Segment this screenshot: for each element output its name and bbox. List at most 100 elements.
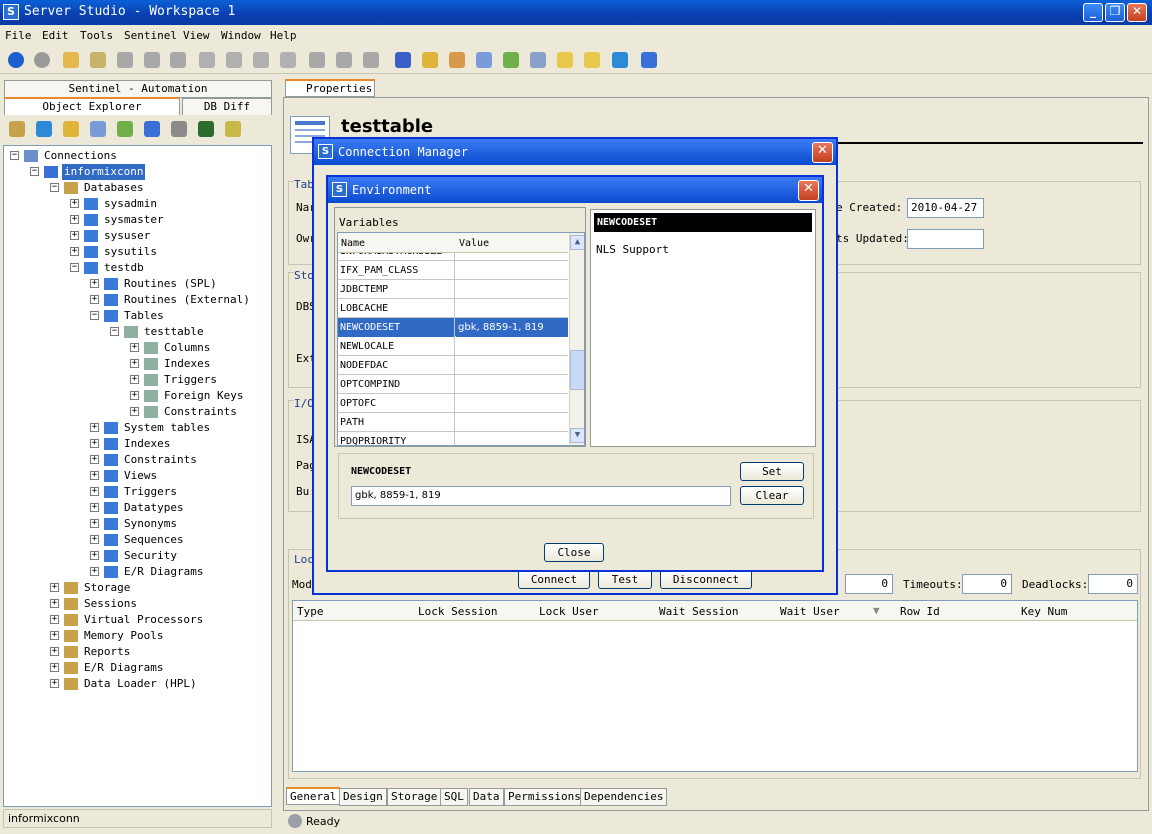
tab-dependencies[interactable]: Dependencies [580, 788, 668, 806]
tree-item[interactable]: Views [122, 468, 159, 484]
tree-expander-icon[interactable]: − [50, 183, 59, 192]
tree-expander-icon[interactable]: − [10, 151, 19, 160]
tree-item[interactable]: sysuser [102, 228, 152, 244]
tab-general[interactable]: General [286, 787, 341, 805]
print-icon[interactable] [117, 52, 133, 68]
col-lock-session[interactable]: Lock Session [418, 605, 497, 618]
col-wait-session[interactable]: Wait Session [659, 605, 738, 618]
set-button[interactable]: Set [740, 462, 804, 481]
tree-expander-icon[interactable]: + [130, 391, 139, 400]
tree-item[interactable]: Columns [162, 340, 212, 356]
menu-window[interactable]: Window [221, 29, 261, 42]
menu-help[interactable]: Help [270, 29, 297, 42]
open-icon[interactable] [63, 52, 79, 68]
clear-button[interactable]: Clear [740, 486, 804, 505]
tree-expander-icon[interactable]: + [50, 615, 59, 624]
col-row-id[interactable]: Row Id [900, 605, 940, 618]
variable-row[interactable]: NEWLOCALE [338, 337, 568, 356]
tree-expander-icon[interactable]: + [130, 359, 139, 368]
tree-expander-icon[interactable]: + [70, 215, 79, 224]
tree-expander-icon[interactable]: + [70, 231, 79, 240]
wizard-icon[interactable] [503, 52, 519, 68]
tree-item[interactable]: Memory Pools [82, 628, 165, 644]
tree-item[interactable]: informixconn [62, 164, 146, 180]
tree-item[interactable]: Connections [42, 148, 119, 164]
cut-icon[interactable] [280, 52, 296, 68]
import-icon[interactable] [584, 52, 600, 68]
col-name[interactable]: Name [341, 238, 365, 249]
tree-item[interactable]: Security [122, 548, 179, 564]
menu-sentinel[interactable]: Sentinel [124, 29, 177, 42]
tree-expander-icon[interactable]: + [50, 679, 59, 688]
magic-icon[interactable] [90, 121, 106, 137]
col-key-num[interactable]: Key Num [1021, 605, 1067, 618]
tree-item[interactable]: E/R Diagrams [122, 564, 205, 580]
col-type[interactable]: Type [297, 605, 324, 618]
tree-item[interactable]: Sessions [82, 596, 139, 612]
tree-expander-icon[interactable]: + [70, 247, 79, 256]
scroll-thumb[interactable] [570, 350, 584, 390]
tree-expander-icon[interactable]: − [90, 311, 99, 320]
variable-row[interactable]: INFORMIXSTACKSIZE [338, 253, 568, 261]
save-all-icon[interactable] [170, 52, 186, 68]
doc-icon[interactable] [530, 52, 546, 68]
variable-row[interactable]: NODEFDAC [338, 356, 568, 375]
tree-expander-icon[interactable]: + [90, 439, 99, 448]
tree-expander-icon[interactable]: + [90, 519, 99, 528]
tab-db-diff[interactable]: DB Diff [182, 98, 272, 116]
variables-scrollbar[interactable]: ▲ ▼ [569, 233, 584, 445]
col-lock-user[interactable]: Lock User [539, 605, 599, 618]
connect-button[interactable]: Connect [518, 570, 590, 589]
tool-a-icon[interactable] [309, 52, 325, 68]
tree-item[interactable]: Indexes [162, 356, 212, 372]
minimize-button[interactable]: _ [1083, 3, 1103, 22]
tree-expander-icon[interactable]: − [70, 263, 79, 272]
variable-row[interactable]: OPTCOMPIND [338, 375, 568, 394]
close-button[interactable]: Close [544, 543, 604, 562]
tree-expander-icon[interactable]: + [130, 407, 139, 416]
tree-expander-icon[interactable]: + [90, 487, 99, 496]
copy-icon[interactable] [226, 52, 242, 68]
tree-item[interactable]: Tables [122, 308, 166, 324]
tree-expander-icon[interactable]: + [90, 535, 99, 544]
refresh-icon[interactable] [36, 121, 52, 137]
tree-item[interactable]: testdb [102, 260, 146, 276]
properties-icon[interactable] [9, 121, 25, 137]
tree-item[interactable]: Routines (External) [122, 292, 252, 308]
console-icon[interactable] [198, 121, 214, 137]
col-wait-user[interactable]: Wait User [780, 605, 840, 618]
disconnect-button[interactable]: Disconnect [660, 570, 752, 589]
tree-item[interactable]: Foreign Keys [162, 388, 245, 404]
edit-icon[interactable] [395, 52, 411, 68]
refresh-icon[interactable] [612, 52, 628, 68]
tree-item[interactable]: sysutils [102, 244, 159, 260]
variable-row[interactable]: PDQPRIORITY [338, 432, 568, 445]
tree-item[interactable]: Reports [82, 644, 132, 660]
menu-tools[interactable]: Tools [80, 29, 113, 42]
close-button[interactable]: ✕ [1127, 3, 1147, 22]
close-icon[interactable]: ✕ [798, 180, 819, 201]
check-icon[interactable] [225, 121, 241, 137]
tab-data[interactable]: Data [469, 788, 504, 806]
variable-row[interactable]: JDBCTEMP [338, 280, 568, 299]
variable-row[interactable]: OPTOFC [338, 394, 568, 413]
tree-item[interactable]: Constraints [162, 404, 239, 420]
pencil-icon[interactable] [63, 121, 79, 137]
tree-item[interactable]: Datatypes [122, 500, 186, 516]
menu-edit[interactable]: Edit [42, 29, 69, 42]
tab-storage[interactable]: Storage [387, 788, 442, 806]
scroll-down-icon[interactable]: ▼ [570, 428, 584, 443]
tree-expander-icon[interactable]: − [110, 327, 119, 336]
tree-item[interactable]: E/R Diagrams [82, 660, 165, 676]
tab-object-explorer[interactable]: Object Explorer [4, 97, 180, 115]
tab-sql[interactable]: SQL [440, 788, 468, 806]
transfer-icon[interactable] [117, 121, 133, 137]
tree-expander-icon[interactable]: + [50, 631, 59, 640]
undo-icon[interactable] [199, 52, 215, 68]
tree-expander-icon[interactable]: + [50, 647, 59, 656]
tree-item[interactable]: Triggers [162, 372, 219, 388]
tree-expander-icon[interactable]: − [30, 167, 39, 176]
tree-item[interactable]: Indexes [122, 436, 172, 452]
tree-expander-icon[interactable]: + [90, 279, 99, 288]
tree-expander-icon[interactable]: + [90, 455, 99, 464]
